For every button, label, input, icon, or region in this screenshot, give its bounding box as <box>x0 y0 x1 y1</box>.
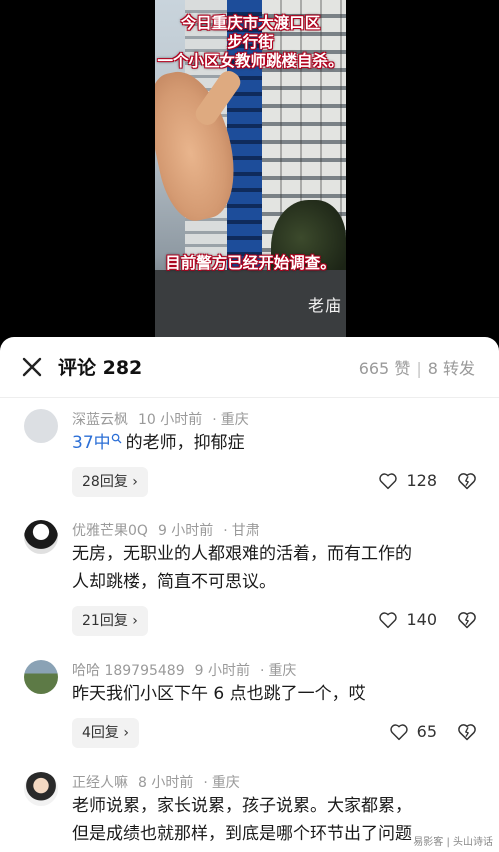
separator-dot: · <box>212 412 217 428</box>
separator-dot: · <box>259 663 265 679</box>
comment-time: 10 小时前 <box>138 412 203 428</box>
comment-line: 但是成绩也就那样，到底是哪个环节出了问题 <box>72 824 412 844</box>
video-frame: 老庙 今日重庆市大渡口区 步行街 一个小区女教师跳楼自杀。 目前警方已经开始调查… <box>155 0 346 340</box>
watermark: 易影客 | 头山诗话 <box>413 837 493 848</box>
comment-text: 昨天我们小区下午 6 点也跳了一个，哎 <box>72 684 366 704</box>
caption-line: 一个小区女教师跳楼自杀。 <box>157 52 344 70</box>
caption-line: 今日重庆市大渡口区 <box>180 14 321 32</box>
likes-count: 665 赞 <box>358 359 411 378</box>
comment-meta: 哈哈 189795489 9 小时前 · 重庆 <box>72 660 306 680</box>
like-count: 65 <box>416 722 437 741</box>
heart-icon <box>379 611 398 628</box>
view-replies-button[interactable]: 4回复 › <box>72 718 139 748</box>
view-replies-button[interactable]: 21回复 › <box>72 606 148 636</box>
comment-location: 重庆 <box>220 412 249 428</box>
dislike-icon[interactable] <box>457 722 477 742</box>
comment-line: 老师说累，家长说累，孩子说累。大家都累， <box>72 796 412 816</box>
video-caption-bottom: 目前警方已经开始调查。 <box>165 254 336 272</box>
comments-panel: 评论 282 665 赞 | 8 转发 深蓝云枫 10 小时前 · 重庆 37中 的老师，抑… <box>0 337 499 852</box>
comment-username[interactable]: 哈哈 189795489 <box>72 663 185 679</box>
like-count: 128 <box>406 471 437 490</box>
heart-icon <box>389 723 408 740</box>
separator-dot: · <box>223 523 228 539</box>
like-button[interactable]: 128 <box>378 471 437 490</box>
comment-username[interactable]: 正经人嘛 <box>72 775 128 791</box>
search-link[interactable]: 37中 <box>72 433 126 453</box>
avatar[interactable] <box>24 772 58 806</box>
view-replies-button[interactable]: 28回复 › <box>72 467 148 497</box>
comment-text: 37中 的老师，抑郁症 <box>72 429 472 457</box>
chevron-right-icon: › <box>132 474 138 490</box>
close-icon[interactable] <box>20 355 44 379</box>
replies-label: 4回复 <box>82 725 119 741</box>
post-stats: 665 赞 | 8 转发 <box>359 355 475 379</box>
avatar[interactable] <box>24 520 58 554</box>
shares-count: 8 转发 <box>427 359 475 378</box>
like-button[interactable]: 65 <box>389 722 437 741</box>
comment-body: 的老师，抑郁症 <box>125 433 245 453</box>
comment-time: 9 小时前 <box>194 663 250 679</box>
comment-meta: 优雅芒果0Q 9 小时前 · 甘肃 <box>72 520 270 540</box>
video-caption-top: 今日重庆市大渡口区 步行街 一个小区女教师跳楼自杀。 <box>155 14 346 71</box>
search-icon <box>111 433 121 444</box>
like-count: 140 <box>406 610 437 629</box>
stats-separator: | <box>416 359 422 378</box>
dislike-icon[interactable] <box>457 610 477 630</box>
comment-time: 9 小时前 <box>157 523 214 539</box>
comment-username[interactable]: 优雅芒果0Q <box>72 523 148 539</box>
heart-icon <box>379 472 398 489</box>
comment-text: 老师说累，家长说累，孩子说累。大家都累， 但是成绩也就那样，到底是哪个环节出了问… <box>72 792 472 848</box>
chevron-right-icon: › <box>132 613 138 629</box>
chevron-right-icon: › <box>123 725 129 741</box>
comment-location: 甘肃 <box>231 523 260 539</box>
comment-meta: 深蓝云枫 10 小时前 · 重庆 <box>72 409 259 429</box>
comments-header: 评论 282 665 赞 | 8 转发 <box>0 337 499 398</box>
avatar[interactable] <box>24 409 58 443</box>
comment-meta: 正经人嘛 8 小时前 · 重庆 <box>72 772 250 792</box>
comment-line: 人却跳楼，简直不可思议。 <box>72 572 276 592</box>
comment-location: 重庆 <box>211 775 240 791</box>
comment-username[interactable]: 深蓝云枫 <box>72 412 128 428</box>
comment-location: 重庆 <box>268 663 297 679</box>
avatar[interactable] <box>24 660 58 694</box>
comment-time: 8 小时前 <box>138 775 194 791</box>
comment-text: 无房，无职业的人都艰难的活着，而有工作的 人却跳楼，简直不可思议。 <box>72 540 472 596</box>
like-button[interactable]: 140 <box>378 610 437 629</box>
search-link-text: 37中 <box>72 433 111 453</box>
video-player[interactable]: 老庙 今日重庆市大渡口区 步行街 一个小区女教师跳楼自杀。 目前警方已经开始调查… <box>0 0 499 345</box>
shop-sign: 老庙 <box>307 296 342 315</box>
replies-label: 28回复 <box>82 474 128 490</box>
caption-line: 步行街 <box>227 33 274 51</box>
comments-title: 评论 282 <box>58 357 143 379</box>
dislike-icon[interactable] <box>457 471 477 491</box>
comment-line: 无房，无职业的人都艰难的活着，而有工作的 <box>72 544 412 564</box>
replies-label: 21回复 <box>82 613 128 629</box>
separator-dot: · <box>203 775 208 791</box>
